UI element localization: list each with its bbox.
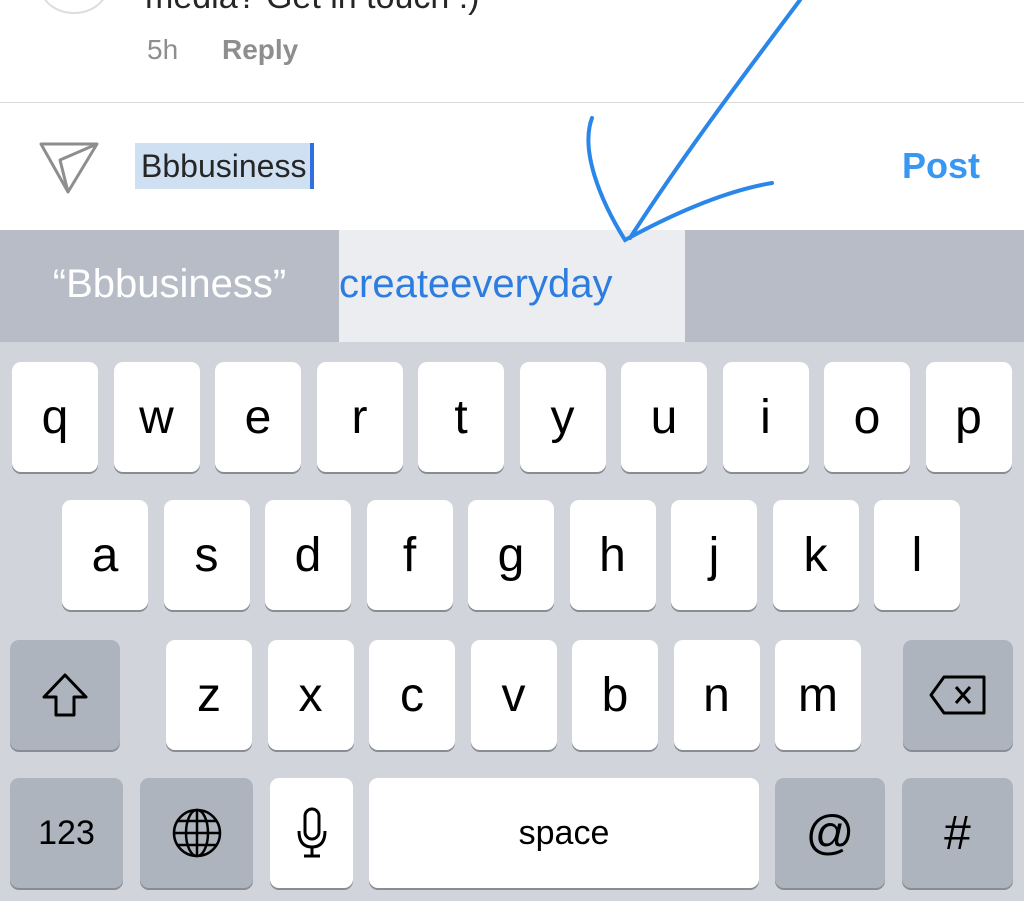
microphone-icon	[297, 807, 326, 858]
key-j[interactable]: j	[671, 500, 757, 610]
key-s[interactable]: s	[163, 500, 250, 610]
key-y[interactable]: y	[519, 362, 606, 472]
suggestion-literal[interactable]: “Bbbusiness”	[0, 230, 339, 342]
key-n[interactable]: n	[673, 640, 760, 750]
backspace-icon	[929, 675, 986, 715]
shift-icon	[42, 673, 88, 717]
key-f[interactable]: f	[366, 500, 453, 610]
delete-key[interactable]	[903, 640, 1013, 750]
paper-plane-icon[interactable]	[38, 140, 100, 196]
key-g[interactable]: g	[468, 500, 554, 610]
dictation-key[interactable]	[270, 778, 353, 888]
key-w[interactable]: w	[113, 362, 200, 472]
key-a[interactable]: a	[62, 500, 148, 610]
key-c[interactable]: c	[369, 640, 455, 750]
suggestion-bar: “Bbbusiness” createeveryday	[0, 230, 1024, 342]
reply-button[interactable]: Reply	[222, 34, 298, 66]
key-m[interactable]: m	[775, 640, 861, 750]
hash-key[interactable]: #	[902, 778, 1013, 888]
key-i[interactable]: i	[722, 362, 809, 472]
key-o[interactable]: o	[824, 362, 910, 472]
key-v[interactable]: v	[470, 640, 557, 750]
shift-key[interactable]	[10, 640, 120, 750]
key-b[interactable]: b	[572, 640, 658, 750]
numbers-key[interactable]: 123	[10, 778, 123, 888]
suggestion-createeveryday[interactable]: createeveryday	[339, 230, 685, 342]
key-l[interactable]: l	[874, 500, 960, 610]
key-z[interactable]: z	[166, 640, 252, 750]
globe-icon	[172, 808, 221, 858]
suggestion-label: createeveryday	[339, 262, 613, 306]
key-k[interactable]: k	[772, 500, 859, 610]
key-r[interactable]: r	[316, 362, 403, 472]
post-button[interactable]: Post	[902, 145, 980, 187]
key-d[interactable]: d	[265, 500, 351, 610]
comment-time: 5h	[147, 34, 179, 65]
key-u[interactable]: u	[621, 362, 707, 472]
divider	[0, 102, 1024, 103]
key-e[interactable]: e	[215, 362, 301, 472]
avatar[interactable]	[40, 0, 108, 14]
key-t[interactable]: t	[418, 362, 504, 472]
key-p[interactable]: p	[925, 362, 1012, 472]
key-q[interactable]: q	[12, 362, 98, 472]
key-x[interactable]: x	[267, 640, 354, 750]
globe-key[interactable]	[140, 778, 253, 888]
comment-input[interactable]: Bbbusiness	[135, 143, 315, 189]
space-key[interactable]: space	[369, 778, 759, 888]
comment-text: media? Get in touch :)	[145, 0, 480, 17]
key-h[interactable]: h	[569, 500, 656, 610]
at-key[interactable]: @	[775, 778, 885, 888]
